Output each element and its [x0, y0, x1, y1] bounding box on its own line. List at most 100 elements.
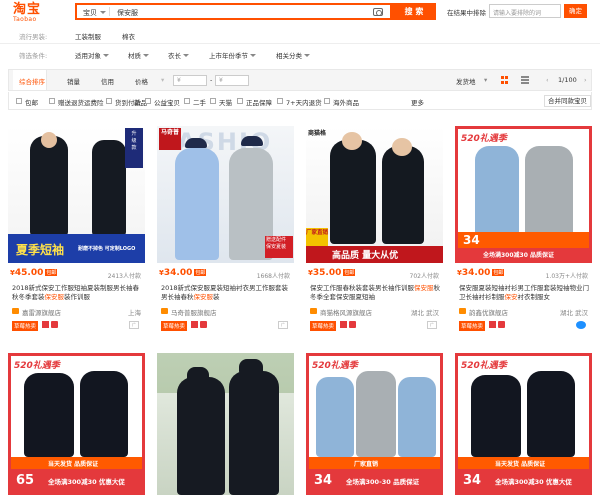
guard-figure	[229, 371, 279, 495]
sold-count: 1.03万+人付款	[545, 273, 588, 280]
product-card[interactable]: 520礼遇季 厂家直销 34 全场满300-30 品质保证	[306, 353, 443, 495]
logo-en: Taobao	[13, 16, 37, 23]
price-min-input[interactable]: ¥	[173, 75, 207, 86]
guard-figure	[175, 148, 219, 260]
guard-figure	[177, 377, 225, 495]
free-ship-tag: 包邮	[343, 269, 356, 276]
banner-promo: 全场满300减30 优惠大促	[495, 478, 572, 486]
filter-dropdown-material[interactable]: 材质	[128, 50, 149, 60]
guard-figure	[527, 371, 575, 457]
checkbox-used[interactable]	[184, 98, 190, 104]
filter-dropdown-length[interactable]: 衣长	[168, 50, 189, 60]
shop-name[interactable]: 马奇普服旗舰店	[161, 307, 217, 317]
search-category-dropdown[interactable]: 宝贝	[83, 8, 106, 18]
guard-figure	[356, 371, 396, 457]
chat-icon[interactable]: 广	[129, 321, 139, 329]
checkbox-7day-return[interactable]	[277, 98, 283, 104]
guard-face	[342, 132, 362, 150]
sort-default-tab[interactable]: 综合排序	[13, 70, 47, 90]
filter-dropdown-season[interactable]: 上市年份季节	[209, 50, 256, 60]
checkbox-return-insurance[interactable]	[49, 98, 55, 104]
merge-same-button[interactable]: 合并同款宝贝	[544, 95, 591, 107]
product-card[interactable]: 520礼遇季 当天发货 品质保证 34 全场满300减30 优惠大促	[455, 353, 592, 495]
checkbox-cod[interactable]	[106, 98, 112, 104]
checkbox-overseas[interactable]	[324, 98, 330, 104]
filter-dropdown-related[interactable]: 相关分类	[276, 50, 310, 60]
sort-price-arrows-icon[interactable]: ▾	[161, 76, 164, 84]
chat-icon[interactable]	[576, 321, 586, 329]
exclude-input[interactable]: 请输入要排除的词	[489, 4, 561, 18]
sort-credit-tab[interactable]: 信用	[101, 76, 114, 86]
sold-count: 1668人付款	[256, 273, 290, 280]
search-button[interactable]: 搜 索	[392, 3, 436, 20]
product-image[interactable]: 520礼遇季 34 全场满300减30 品质保证	[455, 126, 592, 263]
product-card[interactable]: 520礼遇季 当天发货 品质保证 65 全场满300减30 优惠大促	[8, 353, 145, 495]
product-image[interactable]: 520礼遇季 当天发货 品质保证 65 全场满300减30 优惠大促	[8, 353, 145, 495]
shop-name[interactable]: 韵鑫优旗舰店	[459, 307, 508, 317]
prev-page-icon[interactable]: ‹	[546, 76, 549, 84]
filter-item-cotton[interactable]: 棉衣	[122, 31, 135, 41]
confirm-button[interactable]: 确定	[564, 4, 587, 18]
guard-cap	[187, 367, 209, 381]
camera-icon[interactable]	[373, 8, 383, 16]
guard-figure	[30, 136, 68, 236]
product-image[interactable]: ASHIO 马奇普 赠送配件 保安夏装	[157, 126, 294, 263]
price-max-input[interactable]: ¥	[215, 75, 249, 86]
product-card[interactable]	[157, 353, 294, 495]
search-input[interactable]: 保安服	[117, 8, 138, 18]
product-card[interactable]: 商猫格 厂家直销 高品质 量大从优 ¥35.00 包邮 702人付款 保安工作服春…	[306, 126, 443, 336]
filter-dropdown-audience[interactable]: 适用对象	[75, 50, 109, 60]
product-title[interactable]: 保安服夏装短袖衬衫男工作服套装短袖物业门卫长袖衬衫制服保安衬衣制服女	[459, 284, 589, 302]
sort-price-tab[interactable]: 价格	[135, 76, 148, 86]
product-title[interactable]: 2018新式保安服夏装短袖衬衣男工作服套装男长袖春秋保安服装	[161, 284, 291, 302]
next-page-icon[interactable]: ›	[584, 76, 587, 84]
checkbox-charity[interactable]	[145, 98, 151, 104]
checkbox-free-shipping[interactable]	[16, 98, 22, 104]
product-title[interactable]: 2018新式保安工作服短袖夏装制服男长袖春秋冬季套装保安服装作训服	[12, 284, 142, 302]
product-image[interactable]	[157, 353, 294, 495]
free-ship-tag: 包邮	[194, 269, 207, 276]
more-dropdown[interactable]: 更多	[411, 97, 424, 107]
price-range-dash: -	[210, 76, 213, 84]
product-title[interactable]: 保安工作服春秋装套装男长袖作训服保安服秋冬季全套保安服夏短袖	[310, 284, 440, 302]
promo-title: 520礼遇季	[14, 361, 60, 371]
ship-from-dropdown[interactable]: 发货地	[456, 76, 476, 86]
shop-name[interactable]: 嘉雷源旗舰店	[12, 307, 61, 317]
checkbox-tmall[interactable]	[210, 98, 216, 104]
list-view-icon[interactable]	[521, 76, 529, 84]
grid-view-icon[interactable]	[501, 76, 509, 84]
banner-text: 高品质 量大从优	[332, 251, 399, 261]
filter-row-conditions: 筛选条件: 适用对象 材质 衣长 上市年份季节 相关分类	[0, 45, 600, 62]
product-image[interactable]: 升级款 夏季短袖 耐磨不掉色 可定制LOGO	[8, 126, 145, 263]
chat-icon[interactable]: 广	[278, 321, 288, 329]
gift-badge-icon	[200, 321, 207, 328]
checkbox-genuine[interactable]	[237, 98, 243, 104]
chat-icon[interactable]: 广	[427, 321, 437, 329]
shop-name[interactable]: 商猫格风源旗舰店	[310, 307, 372, 317]
guard-face	[41, 132, 57, 148]
product-image[interactable]: 商猫格 厂家直销 高品质 量大从优	[306, 126, 443, 263]
tmall-badge-icon	[42, 321, 49, 328]
search-box[interactable]: 宝贝 保安服	[75, 3, 392, 20]
product-image[interactable]: 520礼遇季 当天发货 品质保证 34 全场满300减30 优惠大促	[455, 353, 592, 495]
product-card[interactable]: 520礼遇季 34 全场满300减30 品质保证 ¥34.00 包邮 1.03万+…	[455, 126, 592, 336]
price: ¥34.00 包邮	[457, 268, 505, 278]
taobao-logo[interactable]: 淘宝 Taobao	[13, 3, 65, 23]
free-ship-tag: 包邮	[45, 269, 58, 276]
gift-badge-icon	[51, 321, 58, 328]
foot-banner-text: 全场满300减30 品质保证	[483, 252, 554, 259]
guard-figure	[382, 146, 424, 244]
product-card[interactable]: 升级款 夏季短袖 耐磨不掉色 可定制LOGO ¥45.00 包邮 2413人付款 …	[8, 126, 145, 336]
checkbox-label: 公益宝贝	[154, 99, 180, 107]
gift-badge-icon	[498, 321, 505, 328]
sort-sales-tab[interactable]: 销量	[67, 76, 80, 86]
sort-default-label: 综合排序	[19, 78, 45, 86]
sold-count: 702人付款	[409, 273, 439, 280]
foot-banner-text: 当天发货 品质保证	[495, 461, 546, 468]
filter-item-workwear[interactable]: 工装制服	[75, 31, 101, 41]
product-card[interactable]: ASHIO 马奇普 赠送配件 保安夏装 ¥34.00 包邮 1668人付款 201…	[157, 126, 294, 336]
exclude-label: 在结果中排除	[447, 9, 486, 17]
banner-promo: 全场满300-30 品质保证	[346, 478, 420, 486]
location: 上海	[128, 309, 141, 317]
product-image[interactable]: 520礼遇季 厂家直销 34 全场满300-30 品质保证	[306, 353, 443, 495]
